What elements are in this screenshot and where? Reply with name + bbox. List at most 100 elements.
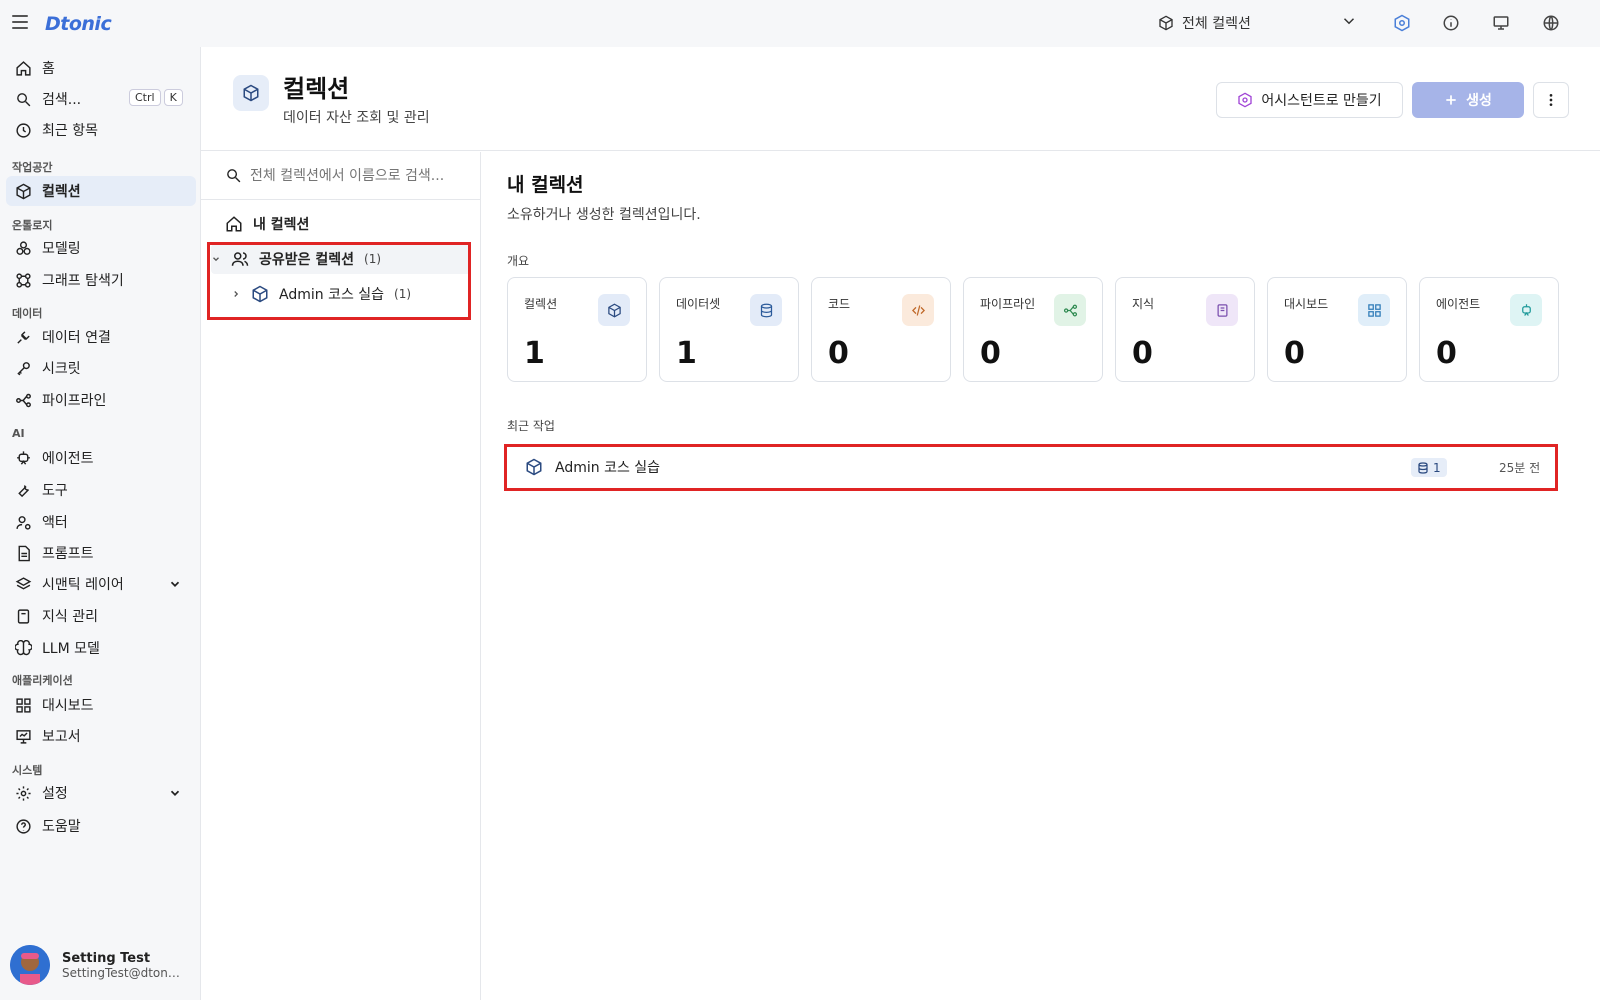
graph-icon bbox=[14, 271, 32, 289]
dashboard-icon bbox=[1358, 294, 1390, 326]
stat-value: 0 bbox=[1436, 336, 1457, 371]
sidebar-item-label: 도움말 bbox=[42, 819, 81, 835]
stat-card-agent[interactable]: 에이전트 0 bbox=[1419, 277, 1559, 382]
monitor-icon[interactable] bbox=[1490, 12, 1512, 34]
sidebar-item-tool[interactable]: 도구 bbox=[6, 475, 196, 505]
sidebar-item-knowledge[interactable]: 지식 관리 bbox=[6, 601, 196, 631]
sidebar-item-secret[interactable]: 시크릿 bbox=[6, 353, 196, 383]
recent-work-label: 최근 작업 bbox=[507, 419, 555, 433]
create-button[interactable]: 생성 bbox=[1412, 82, 1524, 118]
page-header: 컬렉션 데이터 자산 조회 및 관리 어시스턴트로 만들기 생성 bbox=[201, 47, 1600, 151]
sidebar-item-label: 홈 bbox=[42, 61, 55, 77]
section-system: 시스템 bbox=[12, 764, 43, 777]
sidebar-item-llm-model[interactable]: LLM 모델 bbox=[6, 633, 196, 663]
sidebar-item-data-connection[interactable]: 데이터 연결 bbox=[6, 322, 196, 352]
search-icon bbox=[14, 90, 32, 108]
search-icon bbox=[227, 169, 241, 183]
layers-icon bbox=[14, 575, 32, 593]
menu-icon[interactable] bbox=[12, 15, 28, 29]
stat-value: 0 bbox=[980, 336, 1001, 371]
sidebar-item-pipeline[interactable]: 파이프라인 bbox=[6, 385, 196, 415]
stat-label: 파이프라인 bbox=[980, 297, 1036, 311]
sidebar-item-report[interactable]: 보고서 bbox=[6, 721, 196, 751]
cube-icon bbox=[233, 75, 269, 111]
sidebar-item-agent[interactable]: 에이전트 bbox=[6, 443, 196, 473]
stat-card-dashboard[interactable]: 대시보드 0 bbox=[1267, 277, 1407, 382]
cube-icon bbox=[14, 182, 32, 200]
agent-icon bbox=[1510, 294, 1542, 326]
overview-label: 개요 bbox=[507, 254, 530, 268]
content-title: 내 컬렉션 bbox=[507, 174, 584, 196]
sidebar-item-label: 그래프 탐색기 bbox=[42, 273, 124, 289]
highlight-box bbox=[207, 242, 471, 320]
tree-search bbox=[201, 152, 481, 200]
cube-icon bbox=[598, 294, 630, 326]
kbd-k: K bbox=[163, 89, 183, 106]
sidebar-item-graph-explorer[interactable]: 그래프 탐색기 bbox=[6, 265, 196, 295]
sidebar-item-label: 보고서 bbox=[42, 729, 81, 745]
gear-icon bbox=[14, 784, 32, 802]
kbd-ctrl: Ctrl bbox=[129, 89, 161, 106]
stat-value: 0 bbox=[1284, 336, 1305, 371]
stat-value: 1 bbox=[524, 336, 545, 371]
pipeline-icon bbox=[14, 391, 32, 409]
stat-card-collection[interactable]: 컬렉션 1 bbox=[507, 277, 647, 382]
sidebar-item-semantic-layer[interactable]: 시맨틱 레이어 bbox=[6, 569, 196, 599]
stat-label: 에이전트 bbox=[1436, 297, 1481, 311]
stat-label: 데이터셋 bbox=[676, 297, 721, 311]
sidebar-item-recent[interactable]: 최근 항목 bbox=[6, 115, 196, 145]
globe-icon[interactable] bbox=[1540, 12, 1562, 34]
sidebar-item-home[interactable]: 홈 bbox=[6, 53, 196, 83]
more-vertical-icon bbox=[1549, 94, 1553, 106]
sidebar-item-label: 액터 bbox=[42, 515, 68, 531]
stat-card-pipeline[interactable]: 파이프라인 0 bbox=[963, 277, 1103, 382]
page-title: 컬렉션 bbox=[283, 75, 350, 103]
sidebar-item-label: 검색... bbox=[42, 92, 82, 108]
stat-label: 지식 bbox=[1132, 297, 1155, 311]
plug-icon bbox=[14, 328, 32, 346]
create-with-assistant-button[interactable]: 어시스턴트로 만들기 bbox=[1216, 82, 1403, 118]
sidebar-item-help[interactable]: 도움말 bbox=[6, 811, 196, 841]
section-data: 데이터 bbox=[12, 307, 43, 320]
home-icon bbox=[226, 216, 242, 232]
stat-card-knowledge[interactable]: 지식 0 bbox=[1115, 277, 1255, 382]
tree-item-my-collections[interactable]: 내 컬렉션 bbox=[225, 214, 309, 234]
sidebar-item-prompt[interactable]: 프롬프트 bbox=[6, 538, 196, 568]
agent-icon bbox=[14, 449, 32, 467]
brain-icon bbox=[14, 639, 32, 657]
sidebar-item-collection[interactable]: 컬렉션 bbox=[6, 176, 196, 206]
wrench-icon bbox=[14, 481, 32, 499]
sidebar-item-label: LLM 모델 bbox=[42, 641, 100, 657]
stat-label: 코드 bbox=[828, 297, 851, 311]
sidebar-item-label: 데이터 연결 bbox=[42, 330, 111, 346]
info-icon[interactable] bbox=[1440, 12, 1462, 34]
sidebar-item-dashboard[interactable]: 대시보드 bbox=[6, 690, 196, 720]
user-profile[interactable]: Setting Test SettingTest@dtonic.io bbox=[10, 945, 180, 985]
section-ai: AI bbox=[12, 427, 25, 440]
sidebar-item-label: 파이프라인 bbox=[42, 393, 107, 409]
user-email: SettingTest@dtonic.io bbox=[62, 965, 180, 980]
collection-search-input[interactable] bbox=[250, 167, 470, 184]
key-icon bbox=[14, 359, 32, 377]
plus-icon bbox=[1446, 95, 1456, 105]
stat-card-code[interactable]: 코드 0 bbox=[811, 277, 951, 382]
collection-selector[interactable]: 전체 컬렉션 bbox=[1158, 10, 1358, 36]
top-bar: Dtonic 전체 컬렉션 bbox=[0, 0, 1600, 47]
sidebar-item-actor[interactable]: 액터 bbox=[6, 507, 196, 537]
main-area: 컬렉션 데이터 자산 조회 및 관리 어시스턴트로 만들기 생성 내 컬렉션 공… bbox=[200, 47, 1600, 1000]
pipeline-icon bbox=[1054, 294, 1086, 326]
stat-card-dataset[interactable]: 데이터셋 1 bbox=[659, 277, 799, 382]
collection-selector-label: 전체 컬렉션 bbox=[1182, 16, 1251, 32]
more-options-button[interactable] bbox=[1533, 82, 1569, 118]
dashboard-icon bbox=[14, 696, 32, 714]
assistant-icon[interactable] bbox=[1391, 12, 1413, 34]
sidebar-item-modeling[interactable]: 모델링 bbox=[6, 233, 196, 263]
modeling-icon bbox=[14, 239, 32, 257]
code-icon bbox=[902, 294, 934, 326]
collection-tree-panel: 내 컬렉션 공유받은 컬렉션 (1) Admin 코스 실습 (1) bbox=[201, 152, 481, 1000]
sidebar-item-label: 설정 bbox=[42, 786, 68, 802]
clock-icon bbox=[14, 121, 32, 139]
sidebar-item-settings[interactable]: 설정 bbox=[6, 778, 196, 808]
section-application: 애플리케이션 bbox=[12, 674, 73, 687]
app-logo[interactable]: Dtonic bbox=[45, 13, 112, 35]
